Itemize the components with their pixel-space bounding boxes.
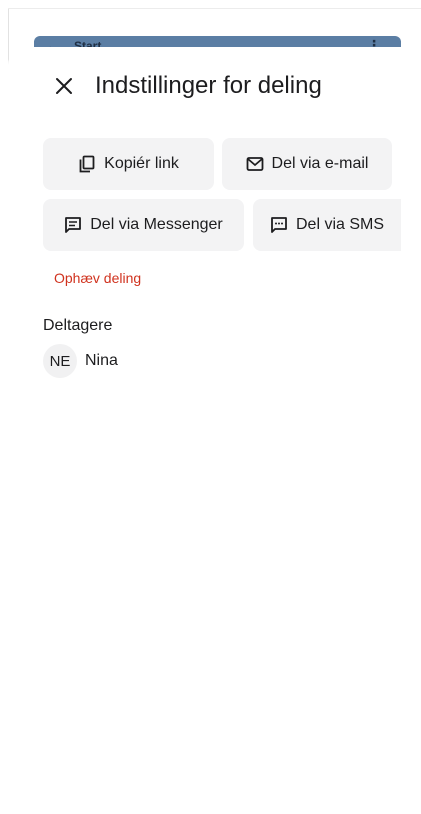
share-sms-label: Del via SMS xyxy=(295,216,385,233)
close-button[interactable] xyxy=(46,68,82,104)
participants-heading: Deltagere xyxy=(43,317,113,334)
share-settings-screen: ← Start ⋮ Indstillinger for deling Kopié… xyxy=(0,0,421,814)
sms-icon xyxy=(270,216,288,234)
avatar: NE xyxy=(43,344,77,378)
share-messenger-button[interactable]: Del via Messenger xyxy=(43,199,244,251)
close-icon xyxy=(56,78,72,94)
share-email-button[interactable]: Del via e-mail xyxy=(222,138,392,190)
copy-icon xyxy=(78,155,96,173)
mail-icon xyxy=(246,156,264,172)
copy-link-label: Kopiér link xyxy=(104,155,179,172)
participant-name: Nina xyxy=(85,352,118,369)
share-email-label: Del via e-mail xyxy=(271,155,369,172)
sheet-title: Indstillinger for deling xyxy=(95,72,322,99)
share-messenger-label: Del via Messenger xyxy=(90,216,223,233)
share-sms-button[interactable]: Del via SMS xyxy=(253,199,401,251)
participant-row: NE Nina xyxy=(43,344,118,378)
frame-edge-top xyxy=(8,8,421,9)
messenger-icon xyxy=(64,216,82,234)
copy-link-button[interactable]: Kopiér link xyxy=(43,138,214,190)
unshare-link[interactable]: Ophæv deling xyxy=(54,270,141,286)
